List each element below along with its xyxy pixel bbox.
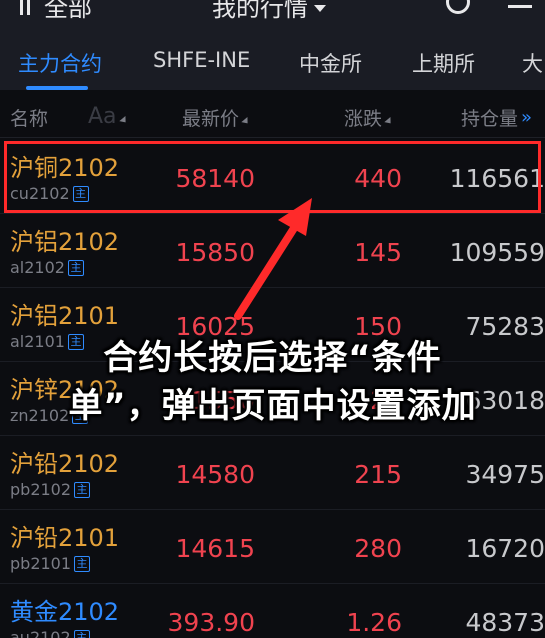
col-open-interest[interactable]: 持仓量 » bbox=[461, 104, 532, 131]
sort-icon bbox=[118, 116, 129, 125]
tab-shfe[interactable]: 上期所 bbox=[412, 48, 475, 78]
contract-name: 沪铅2102 bbox=[10, 450, 120, 478]
tab-cffex[interactable]: 中金所 bbox=[299, 48, 362, 78]
col-name[interactable]: 名称 bbox=[10, 104, 48, 131]
all-label: 全部 bbox=[44, 0, 92, 22]
contract-code: pb2101 主 bbox=[10, 554, 91, 573]
contract-name: 沪铝2101 bbox=[10, 302, 120, 330]
main-contract-badge: 主 bbox=[73, 629, 90, 638]
latest-price: 15850 bbox=[175, 238, 255, 267]
table-row[interactable]: 沪铅2101 pb2101 主 14615 280 16720 bbox=[0, 510, 545, 584]
open-interest: 34975 bbox=[465, 460, 545, 489]
aa-icon: Aa bbox=[88, 104, 117, 129]
top-bar: 全部 我的行情 bbox=[0, 0, 545, 28]
contract-code: au2102 主 bbox=[10, 628, 90, 638]
main-contract-badge: 主 bbox=[67, 259, 84, 276]
chevron-down-icon bbox=[314, 5, 326, 12]
menu-icon bbox=[20, 0, 38, 17]
tab-dce[interactable]: 大 bbox=[522, 48, 543, 78]
page-title-dropdown[interactable]: 我的行情 bbox=[212, 0, 326, 23]
table-row[interactable]: 沪铝2102 al2102 主 15850 145 109559 bbox=[0, 214, 545, 288]
font-size-toggle[interactable]: Aa bbox=[88, 104, 129, 129]
all-menu[interactable]: 全部 bbox=[20, 0, 92, 23]
table-row[interactable]: 沪铅2102 pb2102 主 14580 215 34975 bbox=[0, 436, 545, 510]
table-row[interactable]: 黄金2102 au2102 主 393.90 1.26 48373 bbox=[0, 584, 545, 638]
sort-icon bbox=[241, 117, 251, 126]
contract-name: 沪铅2101 bbox=[10, 524, 120, 552]
col-latest-price[interactable]: 最新价 bbox=[182, 104, 251, 131]
open-interest: 16720 bbox=[465, 534, 545, 563]
contract-code: al2102 主 bbox=[10, 258, 84, 277]
main-contract-badge: 主 bbox=[74, 481, 91, 498]
list-edit-icon[interactable] bbox=[502, 0, 532, 12]
search-icon[interactable] bbox=[446, 0, 470, 14]
page-title: 我的行情 bbox=[212, 0, 308, 22]
latest-price: 14580 bbox=[175, 460, 255, 489]
caption-line-2: 单”，弹出页面中设置添加 bbox=[68, 386, 477, 426]
tab-main-contracts[interactable]: 主力合约 bbox=[18, 48, 102, 78]
latest-price: 14615 bbox=[175, 534, 255, 563]
contract-name: 沪铝2102 bbox=[10, 228, 120, 256]
price-change: 1.26 bbox=[346, 608, 402, 637]
highlight-box bbox=[4, 141, 541, 213]
contract-code: pb2102 主 bbox=[10, 480, 91, 499]
open-interest: 109559 bbox=[449, 238, 545, 267]
tab-shfe-ine[interactable]: SHFE-INE bbox=[153, 48, 250, 72]
col-change[interactable]: 涨跌 bbox=[344, 104, 394, 131]
price-change: 145 bbox=[354, 238, 402, 267]
price-change: 215 bbox=[354, 460, 402, 489]
sort-icon bbox=[384, 117, 394, 126]
latest-price: 393.90 bbox=[167, 608, 255, 637]
contract-name: 黄金2102 bbox=[10, 598, 120, 626]
tab-bar: 主力合约 SHFE-INE 中金所 上期所 大 bbox=[0, 28, 545, 90]
caption-line-1: 合约长按后选择“条件 bbox=[103, 338, 442, 378]
double-chevron-right-icon: » bbox=[521, 107, 533, 128]
open-interest: 48373 bbox=[465, 608, 545, 637]
price-change: 280 bbox=[354, 534, 402, 563]
main-contract-badge: 主 bbox=[74, 555, 91, 572]
column-header: 名称 Aa 最新价 涨跌 持仓量 » bbox=[0, 90, 545, 138]
